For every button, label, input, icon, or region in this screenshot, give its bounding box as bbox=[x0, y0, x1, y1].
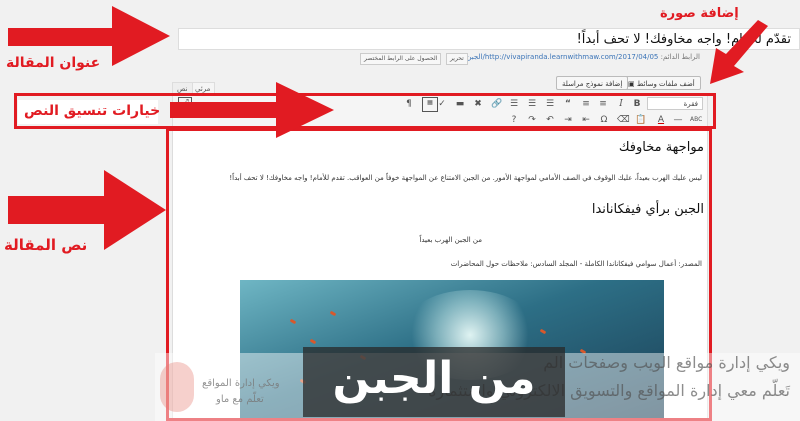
watermark-line-1: ويكي إدارة مواقع الويب وصفحات الم bbox=[543, 353, 790, 372]
watermark-big-text: من الجبن bbox=[332, 353, 536, 404]
watermark-logo: ويكي إدارة المواقع تعلّم مع ماو bbox=[156, 358, 306, 418]
arrow-to-content bbox=[8, 170, 166, 250]
logo-line-2: تعلّم مع ماو bbox=[216, 394, 264, 405]
arrow-to-toolbar bbox=[170, 82, 334, 138]
arrow-to-add-media bbox=[710, 20, 768, 84]
logo-shape-icon bbox=[160, 362, 194, 412]
arrow-to-title bbox=[8, 6, 170, 66]
logo-line-1: ويكي إدارة المواقع bbox=[202, 378, 280, 389]
